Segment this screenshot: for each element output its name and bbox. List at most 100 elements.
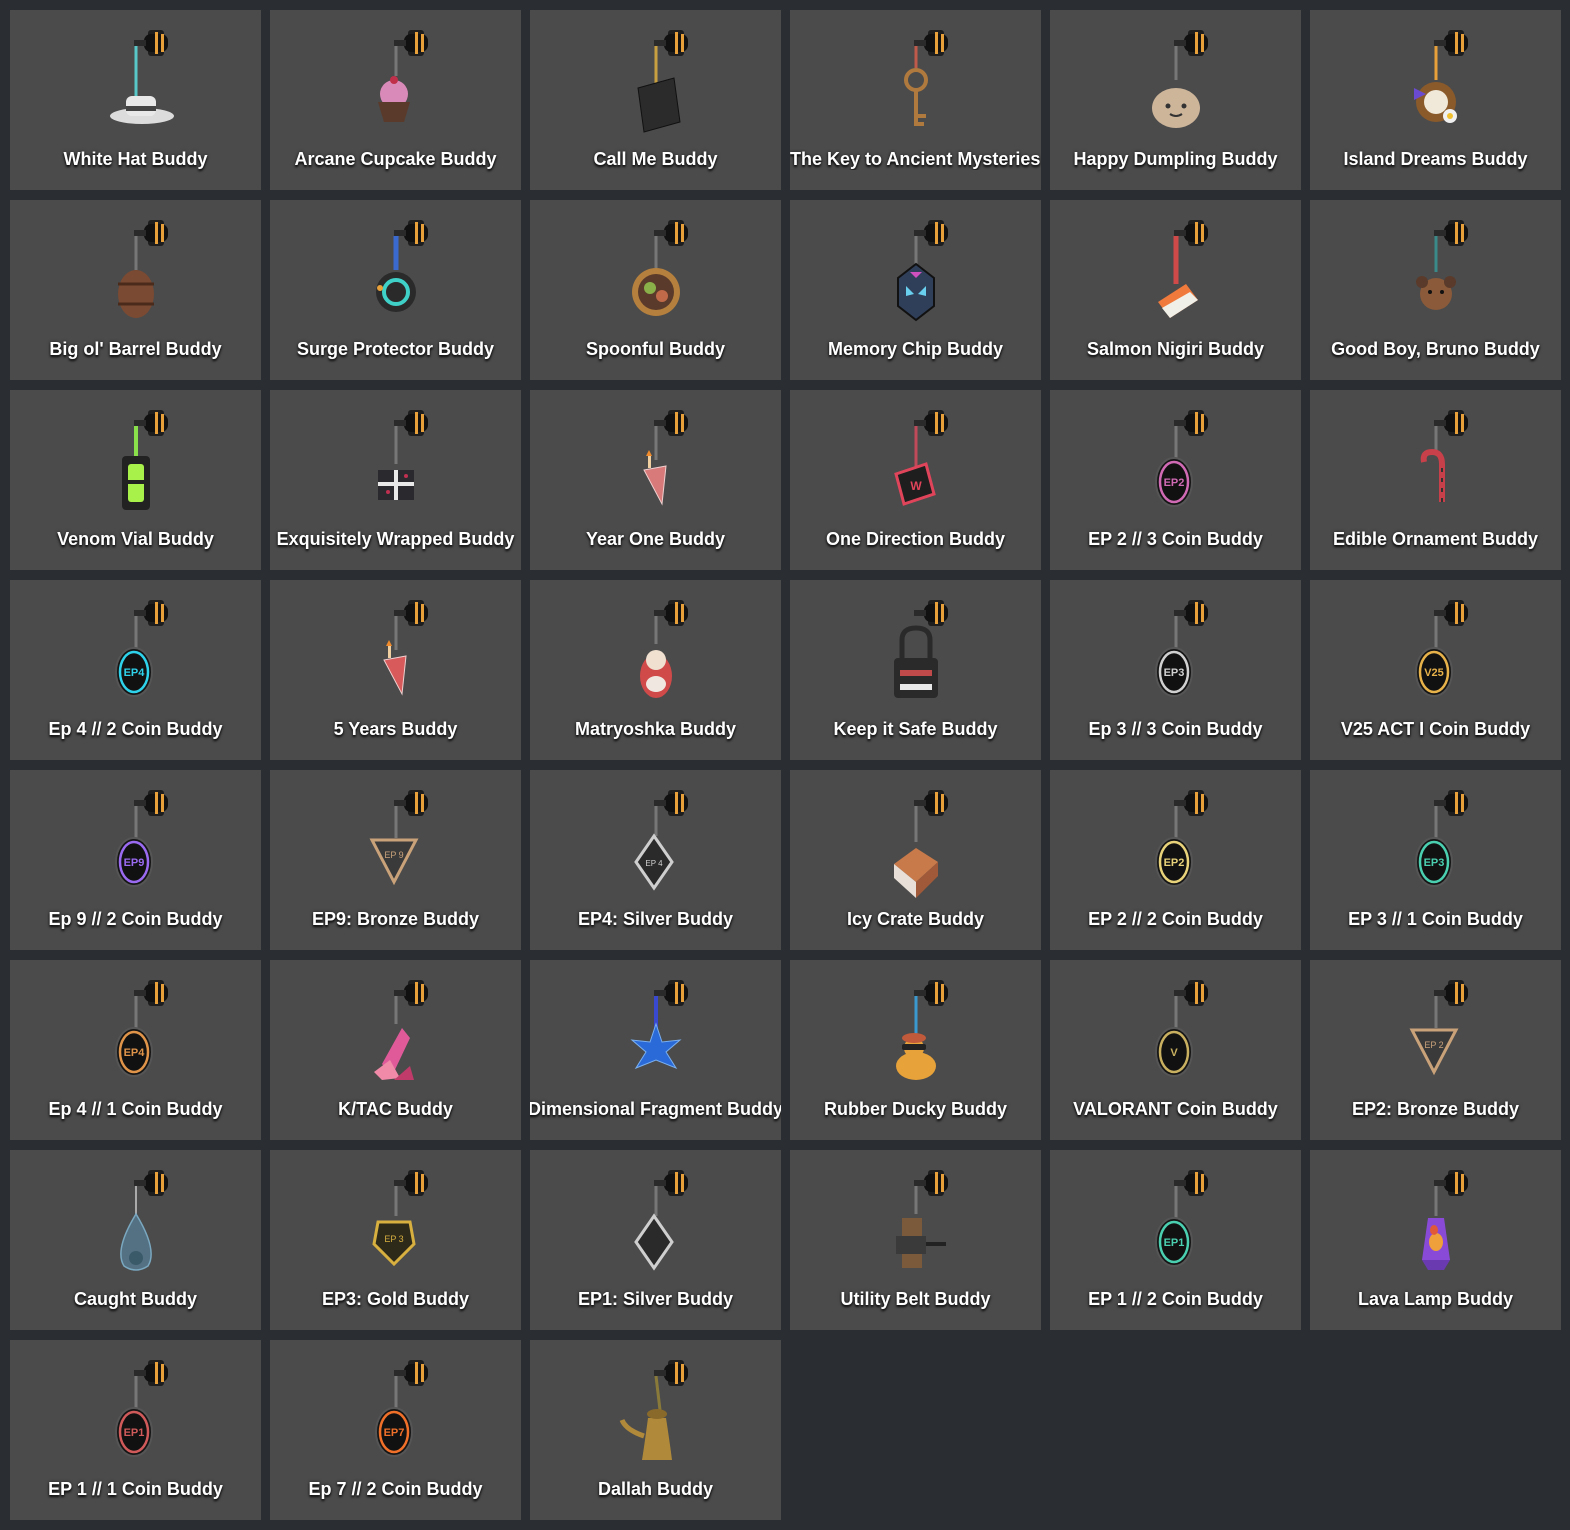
buddy-name: Caught Buddy	[74, 1289, 197, 1309]
svg-text:EP 3: EP 3	[384, 1234, 403, 1244]
buddy-name: EP 1 // 2 Coin Buddy	[1088, 1289, 1263, 1309]
buddy-card[interactable]: Dallah Buddy	[530, 1340, 781, 1520]
buddy-card[interactable]: EP3 Ep 3 // 3 Coin Buddy	[1050, 580, 1301, 760]
buddy-card[interactable]: EP4 Ep 4 // 1 Coin Buddy	[10, 960, 261, 1140]
buddy-card[interactable]: Edible Ornament Buddy	[1310, 390, 1561, 570]
buddy-card[interactable]: V25 V25 ACT I Coin Buddy	[1310, 580, 1561, 760]
svg-text:EP 2: EP 2	[1424, 1040, 1443, 1050]
buddy-name: One Direction Buddy	[825, 529, 1005, 549]
buddy-name: EP9: Bronze Buddy	[311, 909, 480, 929]
buddy-card[interactable]: EP7 Ep 7 // 2 Coin Buddy	[270, 1340, 521, 1520]
buddy-card[interactable]: W One Direction Buddy	[790, 390, 1041, 570]
buddy-card[interactable]: Good Boy, Bruno Buddy	[1310, 200, 1561, 380]
svg-text:V: V	[1170, 1047, 1178, 1059]
buddy-card[interactable]: Matryoshka Buddy	[530, 580, 781, 760]
buddy-card[interactable]: EP1 EP 1 // 1 Coin Buddy	[10, 1340, 261, 1520]
buddy-name: Rubber Ducky Buddy	[823, 1099, 1008, 1119]
buddy-card[interactable]: EP1 EP 1 // 2 Coin Buddy	[1050, 1150, 1301, 1330]
buddy-name: Ep 9 // 2 Coin Buddy	[48, 909, 223, 929]
buddy-name: Icy Crate Buddy	[846, 909, 985, 929]
buddy-grid: White Hat Buddy Arcane Cupcake Buddy Call …	[10, 10, 1561, 1520]
svg-text:EP7: EP7	[384, 1427, 405, 1439]
buddy-card[interactable]: Utility Belt Buddy	[790, 1150, 1041, 1330]
buddy-card[interactable]: Year One Buddy	[530, 390, 781, 570]
buddy-name: Salmon Nigiri Buddy	[1086, 339, 1264, 359]
buddy-card[interactable]: Lava Lamp Buddy	[1310, 1150, 1561, 1330]
buddy-card[interactable]: EP3 EP 3 // 1 Coin Buddy	[1310, 770, 1561, 950]
buddy-card[interactable]: EP 4 EP4: Silver Buddy	[530, 770, 781, 950]
buddy-card[interactable]: Island Dreams Buddy	[1310, 10, 1561, 190]
buddy-name: Year One Buddy	[585, 529, 726, 549]
buddy-card[interactable]: EP2 EP 2 // 2 Coin Buddy	[1050, 770, 1301, 950]
buddy-card[interactable]: EP1: Silver Buddy	[530, 1150, 781, 1330]
buddy-card[interactable]: EP 9 EP9: Bronze Buddy	[270, 770, 521, 950]
buddy-name: White Hat Buddy	[63, 149, 208, 169]
buddy-card[interactable]: Exquisitely Wrapped Buddy	[270, 390, 521, 570]
buddy-name: Utility Belt Buddy	[840, 1289, 991, 1309]
buddy-name: Ep 7 // 2 Coin Buddy	[308, 1479, 483, 1499]
buddy-name: The Key to Ancient Mysteries Buddy	[790, 149, 1041, 169]
buddy-card[interactable]: Caught Buddy	[10, 1150, 261, 1330]
buddy-name: EP 2 // 2 Coin Buddy	[1088, 909, 1263, 929]
buddy-card[interactable]: EP 3 EP3: Gold Buddy	[270, 1150, 521, 1330]
buddy-card[interactable]: EP9 Ep 9 // 2 Coin Buddy	[10, 770, 261, 950]
svg-text:EP 9: EP 9	[384, 850, 403, 860]
buddy-name: V25 ACT I Coin Buddy	[1340, 719, 1531, 739]
buddy-card[interactable]: Icy Crate Buddy	[790, 770, 1041, 950]
buddy-card[interactable]: Dimensional Fragment Buddy	[530, 960, 781, 1140]
buddy-card[interactable]: 5 Years Buddy	[270, 580, 521, 760]
buddy-name: Good Boy, Bruno Buddy	[1331, 339, 1540, 359]
buddy-card[interactable]: EP 2 EP2: Bronze Buddy	[1310, 960, 1561, 1140]
svg-text:EP 4: EP 4	[645, 859, 663, 868]
buddy-card[interactable]: EP2 EP 2 // 3 Coin Buddy	[1050, 390, 1301, 570]
buddy-name: Keep it Safe Buddy	[833, 719, 998, 739]
svg-text:EP9: EP9	[124, 857, 145, 869]
svg-text:EP2: EP2	[1164, 857, 1185, 869]
buddy-card[interactable]: Arcane Cupcake Buddy	[270, 10, 521, 190]
buddy-name: EP1: Silver Buddy	[577, 1289, 734, 1309]
buddy-card[interactable]: Salmon Nigiri Buddy	[1050, 200, 1301, 380]
svg-text:EP4: EP4	[124, 1047, 146, 1059]
buddy-name: Ep 3 // 3 Coin Buddy	[1088, 719, 1263, 739]
svg-text:EP3: EP3	[1164, 667, 1185, 679]
buddy-name: Lava Lamp Buddy	[1357, 1289, 1514, 1309]
buddy-card[interactable]: White Hat Buddy	[10, 10, 261, 190]
buddy-name: K/TAC Buddy	[338, 1099, 453, 1119]
buddy-name: EP 1 // 1 Coin Buddy	[48, 1479, 223, 1499]
buddy-name: 5 Years Buddy	[333, 719, 458, 739]
svg-text:V25: V25	[1424, 667, 1444, 679]
svg-text:EP4: EP4	[124, 667, 146, 679]
buddy-name: EP 3 // 1 Coin Buddy	[1348, 909, 1523, 929]
buddy-name: Matryoshka Buddy	[574, 719, 737, 739]
buddy-name: Surge Protector Buddy	[296, 339, 495, 359]
svg-text:EP1: EP1	[124, 1427, 145, 1439]
buddy-card[interactable]: K/TAC Buddy	[270, 960, 521, 1140]
buddy-card[interactable]: Venom Vial Buddy	[10, 390, 261, 570]
buddy-card[interactable]: Rubber Ducky Buddy	[790, 960, 1041, 1140]
svg-text:EP1: EP1	[1164, 1237, 1185, 1249]
buddy-name: Exquisitely Wrapped Buddy	[276, 529, 515, 549]
buddy-card[interactable]: Surge Protector Buddy	[270, 200, 521, 380]
buddy-name: Ep 4 // 2 Coin Buddy	[48, 719, 223, 739]
buddy-name: Dimensional Fragment Buddy	[530, 1099, 781, 1119]
buddy-name: Ep 4 // 1 Coin Buddy	[48, 1099, 223, 1119]
buddy-card[interactable]: V VALORANT Coin Buddy	[1050, 960, 1301, 1140]
buddy-name: VALORANT Coin Buddy	[1073, 1099, 1278, 1119]
buddy-card[interactable]: EP4 Ep 4 // 2 Coin Buddy	[10, 580, 261, 760]
svg-text:EP2: EP2	[1164, 477, 1185, 489]
buddy-card[interactable]: Call Me Buddy	[530, 10, 781, 190]
buddy-name: Spoonful Buddy	[586, 339, 725, 359]
buddy-card[interactable]: Keep it Safe Buddy	[790, 580, 1041, 760]
buddy-name: Dallah Buddy	[597, 1479, 713, 1499]
buddy-card[interactable]: The Key to Ancient Mysteries Buddy	[790, 10, 1041, 190]
buddy-card[interactable]: Big ol' Barrel Buddy	[10, 200, 261, 380]
buddy-name: EP3: Gold Buddy	[321, 1289, 469, 1309]
buddy-name: EP 2 // 3 Coin Buddy	[1088, 529, 1263, 549]
buddy-name: Arcane Cupcake Buddy	[294, 149, 497, 169]
buddy-name: EP4: Silver Buddy	[577, 909, 734, 929]
buddy-card[interactable]: Memory Chip Buddy	[790, 200, 1041, 380]
buddy-name: Call Me Buddy	[593, 149, 718, 169]
buddy-card[interactable]: Spoonful Buddy	[530, 200, 781, 380]
svg-text:W: W	[910, 479, 922, 493]
buddy-card[interactable]: Happy Dumpling Buddy	[1050, 10, 1301, 190]
